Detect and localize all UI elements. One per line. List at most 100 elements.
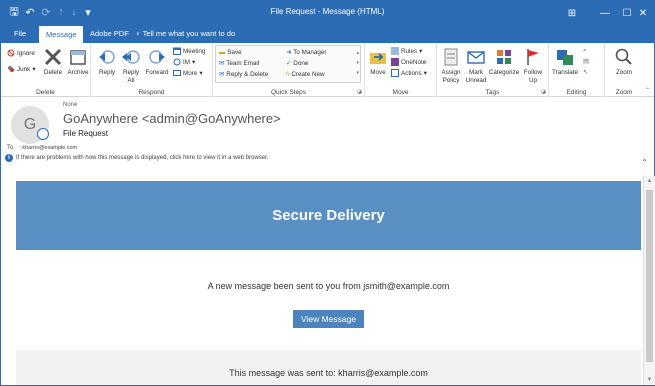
mark-unread-button[interactable]: Mark Unread: [464, 47, 488, 84]
quick-steps-group: ▬ Save ✉ Team Email ✉ Reply & Delete ➜ To Ma…: [213, 43, 365, 97]
tab-message[interactable]: Message: [39, 26, 84, 43]
to-label: To: [7, 145, 14, 151]
tab-file[interactable]: File: [7, 25, 33, 43]
zoom-button[interactable]: Zoom: [609, 47, 639, 77]
tags-group-label: Tags: [485, 89, 500, 96]
im-icon: [173, 58, 181, 66]
reply-all-button[interactable]: Reply All: [119, 47, 143, 84]
message-text: A new message been sent to you from jsmi…: [207, 281, 450, 291]
zoom-group-label: Zoom: [615, 89, 633, 96]
reply-icon: [99, 50, 115, 64]
calendar-icon: [173, 47, 181, 55]
message-subject: File Request: [63, 129, 108, 138]
move-folder-icon: [370, 53, 386, 64]
magnifier-icon: [615, 48, 632, 65]
ignore-icon: [7, 49, 15, 57]
scroll-down-icon[interactable]: ▼: [644, 377, 655, 383]
assign-policy-button[interactable]: Assign Policy: [439, 47, 463, 84]
categorize-button[interactable]: Categorize: [488, 47, 520, 77]
archive-button[interactable]: Archive: [65, 47, 91, 77]
respond-group-label: Respond: [138, 89, 165, 96]
related-icon: ▤: [583, 58, 589, 65]
tell-me-box[interactable]: ♀ Tell me what you want to do: [135, 25, 235, 43]
find-icon: ⌕: [583, 47, 587, 54]
delete-group: Ignore Junk ▾ Delete Archive Delete: [1, 43, 91, 97]
editing-group-label: Editing: [566, 89, 587, 96]
ribbon: Ignore Junk ▾ Delete Archive Delete Reply: [1, 43, 654, 97]
outlook-message-window: 🖫 ↶ ⟳ ↑ ↓ ▾ File Request - Message (HTML…: [0, 0, 655, 386]
onenote-icon: [391, 58, 399, 66]
ribbon-display-options-icon[interactable]: ⊞: [557, 1, 587, 25]
meeting-button[interactable]: Meeting: [173, 47, 205, 55]
dialog-launcher-icon[interactable]: ◪: [357, 89, 362, 95]
move-group-label: Move: [392, 89, 409, 96]
scroll-thumb[interactable]: [646, 190, 653, 362]
quick-step-team-email[interactable]: ✉ Team Email: [219, 60, 259, 67]
more-respond-button[interactable]: More ▾: [173, 69, 203, 77]
delete-button[interactable]: Delete: [41, 47, 65, 77]
forward-icon: [149, 50, 165, 64]
scroll-up-icon[interactable]: ▲: [644, 178, 655, 184]
title-bar: 🖫 ↶ ⟳ ↑ ↓ ▾ File Request - Message (HTML…: [1, 1, 654, 25]
junk-button[interactable]: Junk ▾: [7, 65, 35, 73]
quick-steps-label: Quick Steps: [270, 89, 307, 96]
rules-icon: [391, 47, 399, 55]
junk-icon: [8, 66, 14, 72]
quick-step-create-new[interactable]: ϟ Create New: [286, 71, 325, 78]
quick-step-save[interactable]: ▬ Save: [219, 49, 242, 56]
recipient[interactable]: ○kharris@example.com: [19, 145, 77, 151]
close-button[interactable]: ✕: [628, 1, 655, 25]
tags-group: Assign Policy Mark Unread Categorize Fol…: [437, 43, 549, 97]
actions-icon: [391, 69, 399, 77]
tags-dialog-launcher-icon[interactable]: ◪: [541, 89, 546, 95]
archive-icon: [70, 50, 86, 65]
presence-indicator-icon: [37, 128, 49, 140]
to-manager-icon: ➜: [286, 49, 292, 56]
info-bar[interactable]: i If there are problems with how this me…: [5, 154, 268, 162]
im-button[interactable]: IM ▾: [173, 58, 195, 66]
select-button[interactable]: ↖: [583, 69, 588, 76]
move-button[interactable]: Move: [367, 47, 389, 77]
zoom-group: Zoom Zoom: [605, 43, 643, 97]
tab-adobe-pdf[interactable]: Adobe PDF: [83, 25, 136, 43]
team-email-icon: ✉: [219, 60, 225, 67]
flag-status: None: [63, 102, 78, 108]
envelope-icon: [467, 51, 485, 64]
checkmark-icon: ✓: [286, 60, 292, 67]
quick-step-to-manager[interactable]: ➜ To Manager: [286, 49, 327, 56]
info-icon: i: [5, 154, 13, 162]
more-icon: [173, 70, 181, 76]
actions-button[interactable]: Actions ▾: [391, 69, 427, 77]
folder-icon: ▬: [219, 49, 226, 56]
ignore-button[interactable]: Ignore: [7, 49, 35, 57]
related-button[interactable]: ▤: [583, 58, 589, 65]
policy-icon: [444, 48, 458, 66]
collapse-header-icon[interactable]: ⌃: [641, 158, 648, 167]
follow-up-button[interactable]: Follow Up: [521, 47, 545, 84]
reply-button[interactable]: Reply: [95, 47, 119, 77]
rules-button[interactable]: Rules ▾: [391, 47, 422, 55]
move-group: Move Rules ▾ OneNote Actions ▾ Move: [365, 43, 437, 97]
forward-button[interactable]: Forward: [143, 47, 171, 77]
vertical-scrollbar[interactable]: ▲ ▼: [643, 176, 655, 385]
footer-panel: This message was sent to: kharris@exampl…: [16, 350, 641, 385]
sender-name[interactable]: GoAnywhere <admin@GoAnywhere>: [63, 111, 281, 126]
reply-delete-icon: ✉: [219, 71, 225, 78]
quick-step-reply-delete[interactable]: ✉ Reply & Delete: [219, 71, 268, 78]
delete-x-icon: [44, 48, 62, 66]
quick-step-done[interactable]: ✓ Done: [286, 60, 308, 67]
message-body: Secure Delivery A new message been sent …: [1, 176, 642, 385]
message-header: G None GoAnywhere <admin@GoAnywhere> Fil…: [1, 98, 654, 176]
onenote-button[interactable]: OneNote: [391, 58, 426, 66]
editing-group: Translate ⌕ ▤ ↖ Editing: [549, 43, 605, 97]
ribbon-tabs: File Message Adobe PDF ♀ Tell me what yo…: [1, 25, 654, 43]
flag-icon: [527, 49, 539, 65]
gallery-scroll-icon[interactable]: ▴ ▾ ▾: [356, 48, 359, 78]
lightbulb-icon: ♀: [135, 29, 143, 38]
view-message-button[interactable]: View Message: [293, 310, 364, 328]
translate-button[interactable]: Translate: [551, 47, 579, 77]
respond-group: Reply Reply All Forward Meeting IM ▾ More…: [91, 43, 213, 97]
find-button[interactable]: ⌕: [583, 47, 587, 55]
delete-group-label: Delete: [36, 89, 55, 96]
collapse-ribbon-icon[interactable]: ⌃: [645, 87, 650, 94]
